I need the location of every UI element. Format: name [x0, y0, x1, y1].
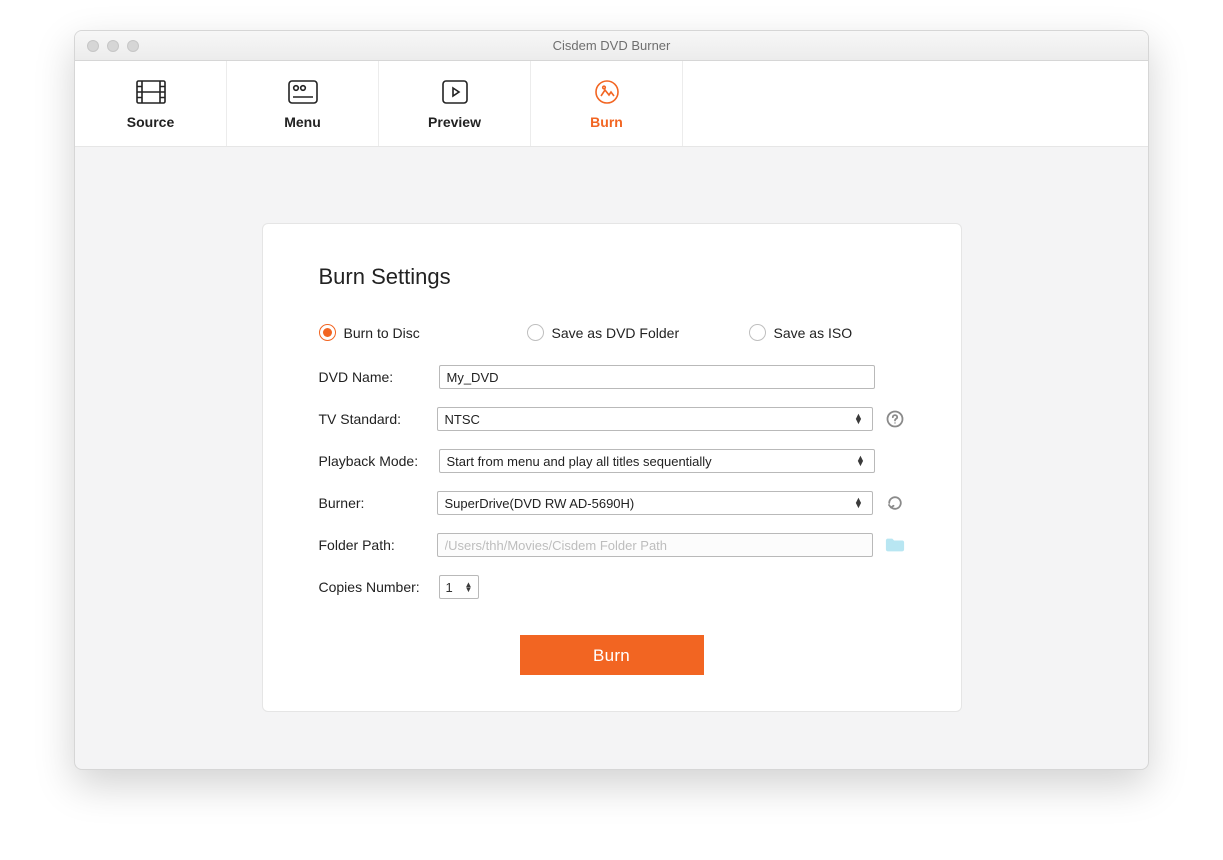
film-icon	[136, 78, 166, 106]
play-preview-icon	[440, 78, 470, 106]
mode-save-dvd-folder-label: Save as DVD Folder	[552, 325, 680, 341]
dvd-name-input[interactable]	[439, 365, 875, 389]
mode-save-dvd-folder[interactable]: Save as DVD Folder	[527, 324, 737, 341]
panel-heading: Burn Settings	[319, 264, 905, 290]
tab-burn-label: Burn	[590, 114, 623, 130]
tv-standard-value: NTSC	[445, 412, 480, 427]
radio-icon	[749, 324, 766, 341]
window-controls	[87, 40, 139, 52]
tab-preview-label: Preview	[428, 114, 481, 130]
close-window-button[interactable]	[87, 40, 99, 52]
copies-value: 1	[446, 580, 453, 595]
tv-standard-help-button[interactable]	[885, 409, 905, 429]
mode-burn-to-disc[interactable]: Burn to Disc	[319, 324, 515, 341]
burn-button[interactable]: Burn	[520, 635, 704, 675]
tab-source[interactable]: Source	[75, 61, 227, 146]
folder-path-input	[437, 533, 873, 557]
mode-burn-to-disc-label: Burn to Disc	[344, 325, 420, 341]
window-title: Cisdem DVD Burner	[75, 38, 1148, 53]
output-mode-group: Burn to Disc Save as DVD Folder Save as …	[319, 324, 905, 341]
burn-disc-icon	[592, 78, 622, 106]
burner-value: SuperDrive(DVD RW AD-5690H)	[445, 496, 635, 511]
tab-preview[interactable]: Preview	[379, 61, 531, 146]
playback-mode-select[interactable]: Start from menu and play all titles sequ…	[439, 449, 875, 473]
content-area: Burn Settings Burn to Disc Save as DVD F…	[75, 147, 1148, 769]
radio-icon	[527, 324, 544, 341]
tab-menu-label: Menu	[284, 114, 321, 130]
menu-layout-icon	[288, 78, 318, 106]
tv-standard-label: TV Standard:	[319, 411, 437, 427]
mode-save-iso[interactable]: Save as ISO	[749, 324, 853, 341]
radio-selected-icon	[319, 324, 336, 341]
copies-number-stepper[interactable]: 1 ▲▼	[439, 575, 479, 599]
playback-mode-value: Start from menu and play all titles sequ…	[447, 454, 712, 469]
refresh-icon	[886, 494, 904, 512]
folder-path-label: Folder Path:	[319, 537, 437, 553]
copies-number-label: Copies Number:	[319, 579, 439, 595]
dvd-name-label: DVD Name:	[319, 369, 439, 385]
burner-select[interactable]: SuperDrive(DVD RW AD-5690H) ▲▼	[437, 491, 873, 515]
updown-arrows-icon: ▲▼	[852, 498, 866, 508]
folder-icon	[885, 536, 905, 554]
burn-settings-panel: Burn Settings Burn to Disc Save as DVD F…	[262, 223, 962, 712]
main-tabs: Source Menu Preview	[75, 61, 1148, 147]
tv-standard-select[interactable]: NTSC ▲▼	[437, 407, 873, 431]
refresh-burners-button[interactable]	[885, 493, 905, 513]
burner-label: Burner:	[319, 495, 437, 511]
minimize-window-button[interactable]	[107, 40, 119, 52]
titlebar: Cisdem DVD Burner	[75, 31, 1148, 61]
updown-arrows-icon: ▲▼	[852, 414, 866, 424]
updown-arrows-icon: ▲▼	[854, 456, 868, 466]
choose-folder-button[interactable]	[885, 535, 905, 555]
mode-save-iso-label: Save as ISO	[774, 325, 853, 341]
help-icon	[886, 410, 904, 428]
playback-mode-label: Playback Mode:	[319, 453, 439, 469]
zoom-window-button[interactable]	[127, 40, 139, 52]
tab-source-label: Source	[127, 114, 174, 130]
app-window: Cisdem DVD Burner Source	[74, 30, 1149, 770]
updown-arrows-icon: ▲▼	[464, 582, 474, 592]
tab-burn[interactable]: Burn	[531, 61, 683, 146]
tab-menu[interactable]: Menu	[227, 61, 379, 146]
